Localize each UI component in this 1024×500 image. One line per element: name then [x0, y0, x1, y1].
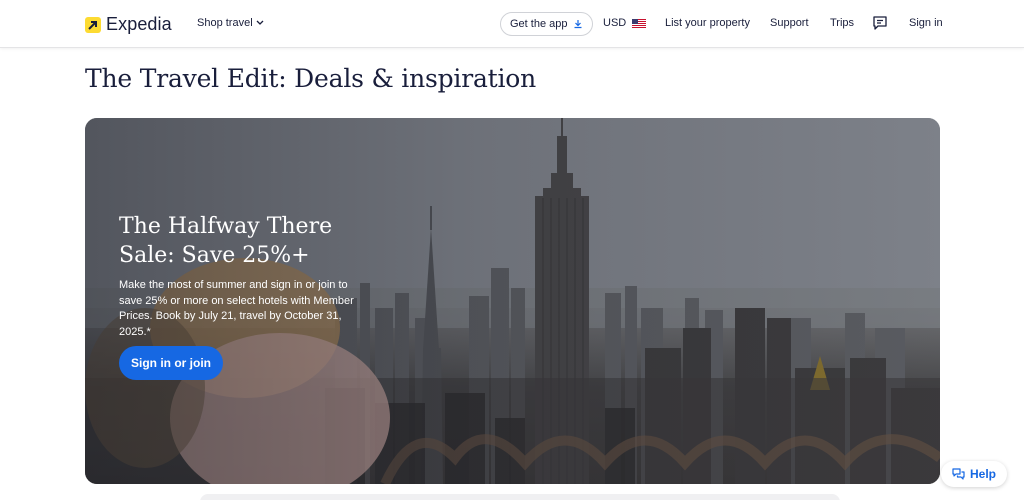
list-property-label: List your property — [665, 17, 750, 29]
hero-heading: The Halfway There Sale: Save 25%+ — [119, 214, 333, 268]
trips-label: Trips — [830, 17, 855, 29]
hero-description: Make the most of summer and sign in or j… — [119, 279, 354, 338]
page-title: The Travel Edit: Deals & inspiration — [85, 64, 537, 93]
support-label: Support — [770, 17, 809, 29]
help-button[interactable]: Help — [941, 461, 1007, 487]
get-app-label: Get the app — [510, 18, 568, 30]
next-section-edge — [200, 494, 840, 500]
shop-travel-menu[interactable]: Shop travel — [197, 17, 264, 29]
hero-banner: The Halfway There Sale: Save 25%+ Make t… — [85, 118, 940, 484]
messages-button[interactable] — [872, 15, 888, 31]
brand-name: Expedia — [106, 14, 172, 34]
list-your-property-link[interactable]: List your property — [665, 17, 750, 29]
chat-bubbles-icon — [952, 468, 965, 480]
help-label: Help — [969, 467, 996, 481]
download-icon — [574, 20, 581, 29]
shop-travel-label: Shop travel — [197, 17, 253, 29]
chevron-down-icon — [256, 20, 264, 25]
trips-link[interactable]: Trips — [830, 17, 854, 29]
currency-label: USD — [603, 17, 627, 29]
sign-in-link[interactable]: Sign in — [909, 17, 943, 29]
sign-in-label: Sign in — [909, 17, 943, 29]
top-header: Expedia Shop travel Get the app USD List… — [0, 0, 1024, 48]
sign-in-or-join-button[interactable]: Sign in or join — [119, 346, 223, 380]
us-flag-icon — [632, 18, 647, 28]
expedia-logo[interactable]: Expedia — [85, 14, 172, 35]
support-link[interactable]: Support — [770, 17, 809, 29]
chat-icon — [873, 16, 887, 30]
arrow-up-right-icon — [85, 16, 101, 33]
currency-selector[interactable]: USD — [603, 17, 647, 29]
get-the-app-button[interactable]: Get the app — [500, 12, 593, 36]
